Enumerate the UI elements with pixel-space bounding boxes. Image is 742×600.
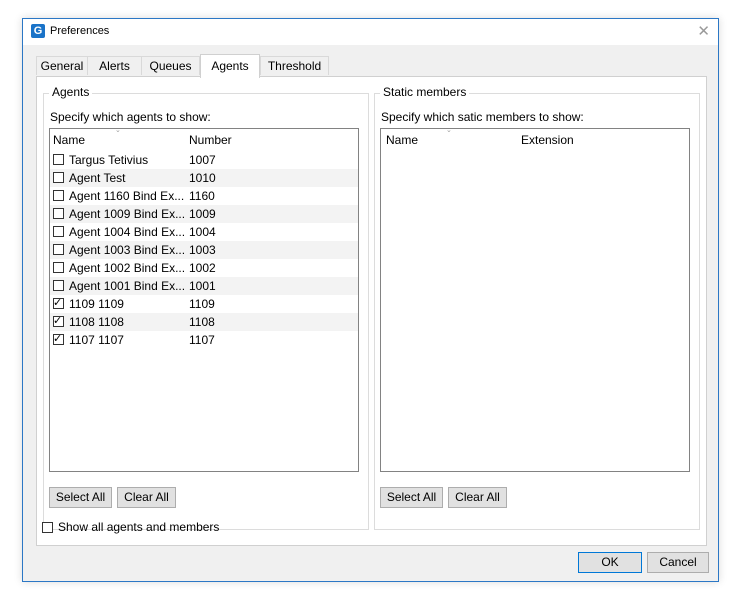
agent-name: 1109 1109 [69,297,124,311]
preferences-window: G Preferences ✕ General Alerts Queues Ag… [22,18,719,582]
static-select-all-button[interactable]: Select All [380,487,443,508]
agents-description: Specify which agents to show: [50,110,211,124]
tab-threshold[interactable]: Threshold [260,56,329,75]
row-checkbox[interactable]: ✓ [53,333,64,345]
agents-clear-all-button[interactable]: Clear All [117,487,176,508]
row-checkbox[interactable] [53,190,64,201]
table-row[interactable]: Agent Test 1010 [50,169,358,187]
agents-tab-panel: Agents Specify which agents to show: Nam… [36,76,707,546]
title-bar[interactable]: G Preferences ✕ [23,19,718,45]
agents-select-all-button[interactable]: Select All [49,487,112,508]
agents-list[interactable]: Name ⌄ Number Targus Tetivius 1007 Agent T… [49,127,359,472]
agent-name: Agent 1004 Bind Ex... [69,225,186,239]
column-header-extension[interactable]: Extension [521,133,574,147]
agents-group-title: Agents [49,85,93,99]
column-header-number[interactable]: Number [189,133,232,147]
agent-number: 1009 [189,207,216,221]
agent-number: 1001 [189,279,216,293]
tab-agents[interactable]: Agents [200,54,260,78]
checkmark-icon: ✓ [53,333,63,345]
row-checkbox[interactable]: ✓ [53,297,64,309]
agent-name: Agent Test [69,171,126,185]
row-checkbox[interactable] [53,154,64,165]
static-members-list[interactable]: Name ⌄ Extension [380,127,690,472]
agent-number: 1004 [189,225,216,239]
row-checkbox[interactable] [53,172,64,183]
row-checkbox[interactable] [53,244,64,255]
row-checkbox[interactable] [53,262,64,273]
tab-alerts[interactable]: Alerts [87,56,142,75]
static-members-group: Static members Specify which satic membe… [374,85,700,530]
agent-number: 1002 [189,261,216,275]
agent-name: 1108 1108 [69,315,124,329]
agent-number: 1109 [189,297,215,311]
table-row[interactable]: Agent 1004 Bind Ex... 1004 [50,223,358,241]
static-members-group-title: Static members [380,85,470,99]
agent-name: Agent 1160 Bind Ex... [69,189,185,203]
table-row[interactable]: Agent 1002 Bind Ex... 1002 [50,259,358,277]
close-icon[interactable]: ✕ [697,22,710,40]
cancel-button[interactable]: Cancel [647,552,709,573]
ok-button[interactable]: OK [578,552,642,573]
column-header-name[interactable]: Name [386,133,418,147]
table-row[interactable]: Agent 1003 Bind Ex... 1003 [50,241,358,259]
row-checkbox[interactable] [53,226,64,237]
sort-caret-icon: ⌄ [446,127,452,134]
table-row[interactable]: Agent 1160 Bind Ex... 1160 [50,187,358,205]
row-checkbox[interactable]: ✓ [53,315,64,327]
agent-number: 1160 [189,189,215,203]
table-row[interactable]: Targus Tetivius 1007 [50,151,358,169]
agents-group: Agents Specify which agents to show: Nam… [43,85,369,530]
static-members-description: Specify which satic members to show: [381,110,584,124]
agents-list-header: Name ⌄ Number [50,127,358,151]
window-title: Preferences [50,25,110,37]
agent-name: Agent 1002 Bind Ex... [69,261,186,275]
agent-number: 1108 [189,315,215,329]
static-members-list-header: Name ⌄ Extension [381,127,689,151]
show-all-label: Show all agents and members [58,520,220,534]
agent-name: Agent 1003 Bind Ex... [69,243,186,257]
tab-queues[interactable]: Queues [141,56,200,75]
sort-caret-icon: ⌄ [115,127,121,134]
table-row[interactable]: Agent 1001 Bind Ex... 1001 [50,277,358,295]
checkmark-icon: ✓ [53,297,63,309]
agent-name: 1107 1107 [69,333,124,347]
row-checkbox[interactable] [53,280,64,291]
agent-number: 1010 [189,171,216,185]
table-row[interactable]: ✓ 1109 1109 1109 [50,295,358,313]
show-all-checkbox[interactable] [42,522,53,533]
table-row[interactable]: ✓ 1108 1108 1108 [50,313,358,331]
agent-name: Agent 1001 Bind Ex... [69,279,186,293]
tab-general[interactable]: General [36,56,88,75]
agent-name: Agent 1009 Bind Ex... [69,207,186,221]
table-row[interactable]: ✓ 1107 1107 1107 [50,331,358,349]
column-header-name[interactable]: Name [53,133,85,147]
agent-name: Targus Tetivius [69,153,149,167]
agent-number: 1007 [189,153,216,167]
row-checkbox[interactable] [53,208,64,219]
table-row[interactable]: Agent 1009 Bind Ex... 1009 [50,205,358,223]
agent-number: 1003 [189,243,216,257]
static-clear-all-button[interactable]: Clear All [448,487,507,508]
app-logo-icon: G [31,24,45,38]
checkmark-icon: ✓ [53,315,63,327]
agent-number: 1107 [189,333,215,347]
